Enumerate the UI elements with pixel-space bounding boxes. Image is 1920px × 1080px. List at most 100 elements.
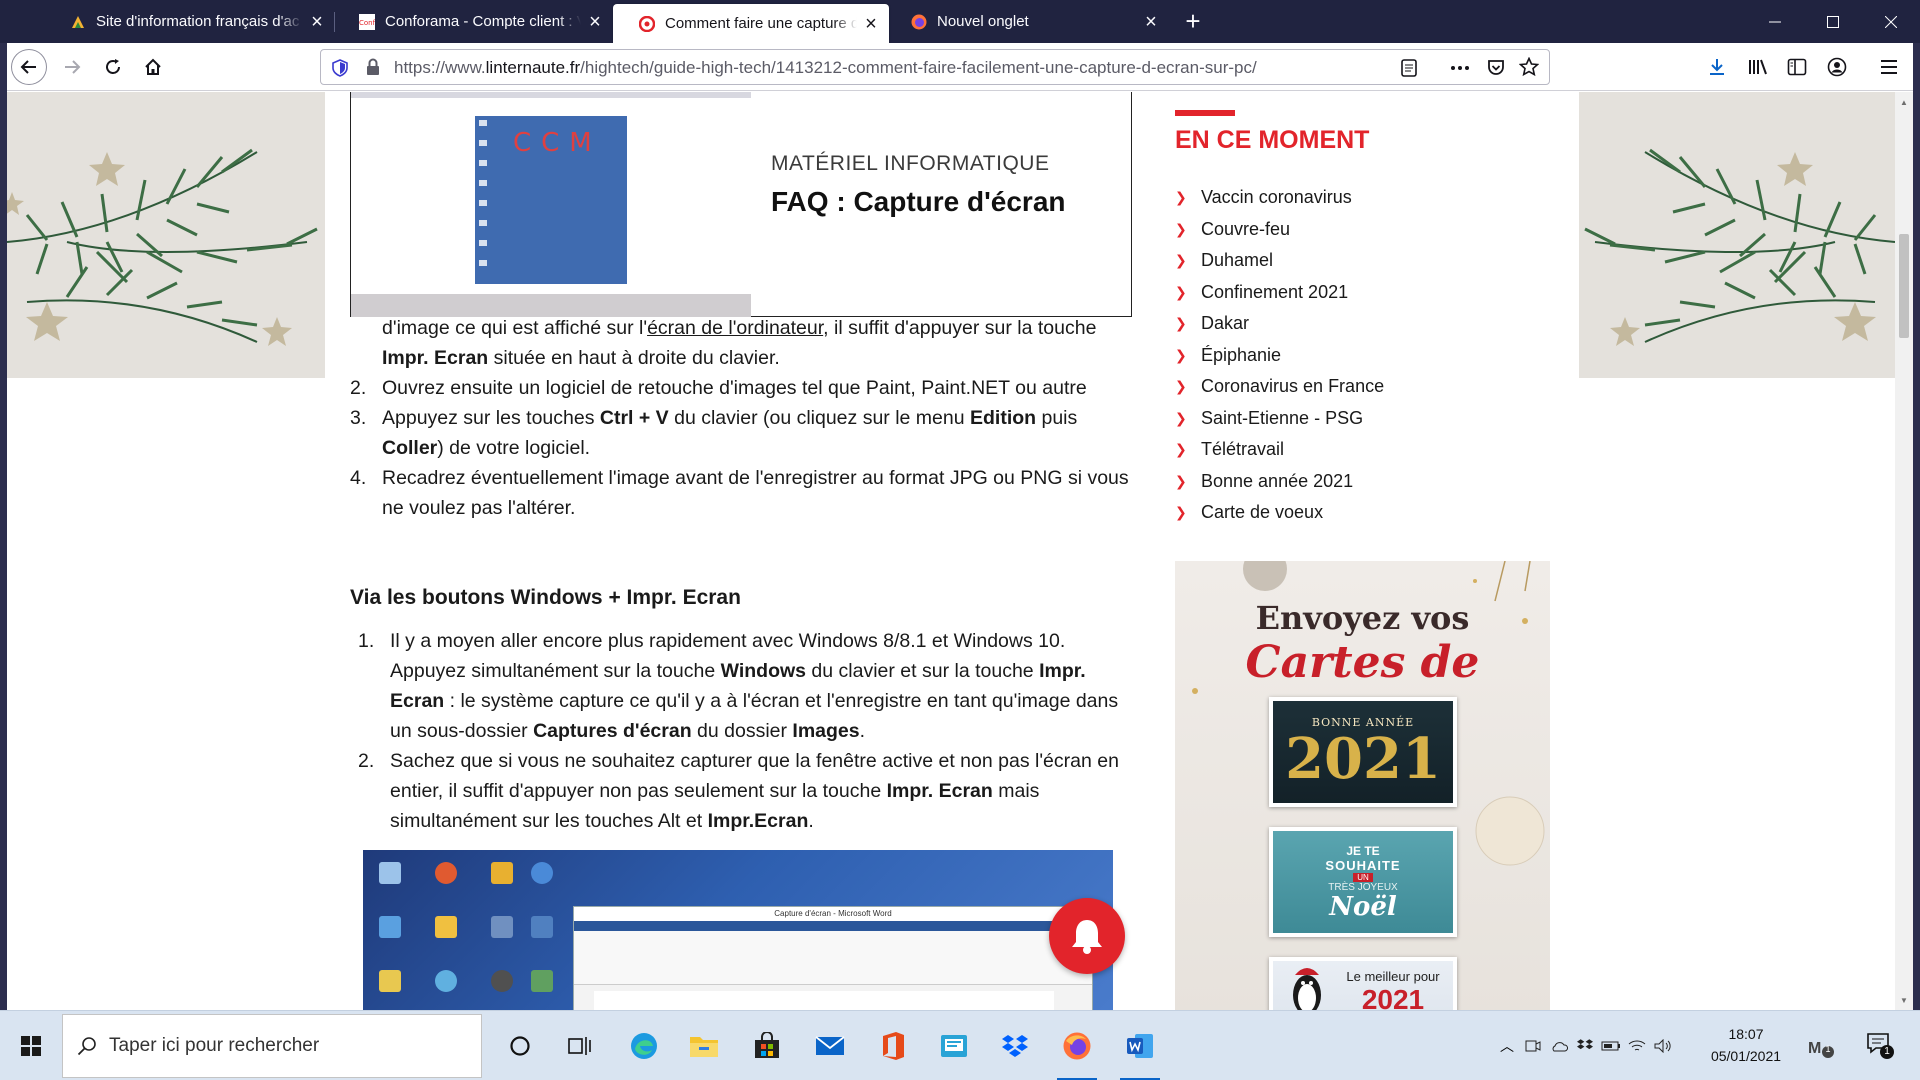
page-scrollbar[interactable]: ▲ ▼ bbox=[1895, 92, 1913, 1010]
url-domain: linternaute.fr bbox=[485, 58, 581, 77]
close-tab-icon[interactable]: × bbox=[863, 14, 879, 34]
task-view-button[interactable] bbox=[556, 1022, 604, 1070]
trending-item-label: Dakar bbox=[1201, 313, 1250, 334]
screen-link[interactable]: écran de l'ordinateur bbox=[647, 317, 823, 339]
cortana-button[interactable] bbox=[496, 1022, 544, 1070]
trending-item[interactable]: ❯ Saint-Etienne - PSG bbox=[1175, 403, 1384, 435]
trending-item[interactable]: ❯ Télétravail bbox=[1175, 434, 1384, 466]
account-icon[interactable] bbox=[1820, 50, 1854, 84]
trending-item[interactable]: ❯ Vaccin coronavirus bbox=[1175, 182, 1384, 214]
sticky-app-button[interactable] bbox=[930, 1022, 978, 1070]
firefox-taskbar-button[interactable] bbox=[1053, 1022, 1101, 1080]
file-explorer-button[interactable] bbox=[680, 1022, 728, 1070]
taskbar-search-box[interactable]: Taper ici pour rechercher bbox=[62, 1014, 482, 1078]
forward-button[interactable] bbox=[55, 50, 89, 84]
show-hidden-icons-chevron-up-icon[interactable]: ︿ bbox=[1494, 1036, 1520, 1056]
tab-conforama[interactable]: Confo Conforama - Compte client : Vo × bbox=[335, 0, 613, 43]
reader-view-icon[interactable] bbox=[1400, 58, 1418, 83]
trending-item[interactable]: ❯ Duhamel bbox=[1175, 245, 1384, 277]
clock-time: 18:07 bbox=[1728, 1026, 1764, 1042]
tab-linternaute-home[interactable]: Site d'information français d'ac × bbox=[0, 0, 335, 43]
trending-item[interactable]: ❯ Dakar bbox=[1175, 308, 1384, 340]
notification-bell-button[interactable] bbox=[1049, 898, 1125, 974]
chevron-right-icon: ❯ bbox=[1175, 441, 1187, 458]
tab-capture-ecran[interactable]: Comment faire une capture d'é × bbox=[613, 4, 889, 43]
faq-card[interactable]: CCM MATÉRIEL INFORMATIQUE FAQ : Capture … bbox=[350, 92, 1132, 317]
close-tab-icon[interactable]: × bbox=[1143, 12, 1159, 32]
back-button[interactable] bbox=[12, 50, 46, 84]
bold-run: Images bbox=[792, 720, 860, 742]
start-button[interactable] bbox=[0, 1011, 62, 1080]
meet-now-icon[interactable] bbox=[1520, 1038, 1546, 1054]
close-window-button[interactable] bbox=[1862, 0, 1920, 43]
trending-item-label: Carte de voeux bbox=[1201, 502, 1324, 523]
trending-item-label: Bonne année 2021 bbox=[1201, 470, 1354, 491]
dropbox-icon bbox=[1002, 1035, 1028, 1057]
wifi-icon[interactable] bbox=[1624, 1039, 1650, 1053]
reload-button[interactable] bbox=[96, 50, 130, 84]
home-button[interactable] bbox=[136, 50, 170, 84]
trending-item-label: Vaccin coronavirus bbox=[1201, 187, 1352, 208]
page-viewport: CCM MATÉRIEL INFORMATIQUE FAQ : Capture … bbox=[7, 92, 1895, 1010]
thumbnail-caption: CCM bbox=[513, 128, 602, 158]
edge-button[interactable] bbox=[620, 1022, 668, 1070]
new-tab-button[interactable]: + bbox=[1173, 0, 1213, 43]
scrollbar-thumb[interactable] bbox=[1899, 234, 1909, 338]
trending-item-label: Couvre-feu bbox=[1201, 218, 1291, 239]
trending-item[interactable]: ❯ Confinement 2021 bbox=[1175, 277, 1384, 309]
trending-list: ❯ Vaccin coronavirus ❯ Couvre-feu ❯ Duhamel… bbox=[1175, 182, 1384, 529]
address-bar[interactable]: https://www.linternaute.fr/hightech/guid… bbox=[320, 49, 1550, 85]
scroll-down-arrow-icon[interactable]: ▼ bbox=[1898, 994, 1910, 1006]
mail-button[interactable] bbox=[806, 1022, 854, 1070]
volume-icon[interactable] bbox=[1650, 1039, 1676, 1053]
library-icon[interactable] bbox=[1741, 50, 1775, 84]
tracking-shield-icon[interactable] bbox=[331, 59, 349, 82]
lock-icon[interactable] bbox=[365, 58, 381, 81]
bold-run: Impr. Ecran bbox=[382, 347, 489, 369]
trending-item[interactable]: ❯ Carte de voeux bbox=[1175, 497, 1384, 529]
faq-title[interactable]: FAQ : Capture d'écran bbox=[771, 186, 1066, 218]
trending-item-label: Coronavirus en France bbox=[1201, 376, 1385, 397]
url-text[interactable]: https://www.linternaute.fr/hightech/guid… bbox=[394, 58, 1257, 78]
onedrive-cloud-icon[interactable] bbox=[1546, 1040, 1572, 1052]
dropbox-button[interactable] bbox=[991, 1022, 1039, 1070]
battery-icon[interactable] bbox=[1598, 1040, 1624, 1052]
trending-item[interactable]: ❯ Épiphanie bbox=[1175, 340, 1384, 372]
word-window: Capture d'écran - Microsoft Word bbox=[573, 906, 1093, 1010]
trending-item[interactable]: ❯ Coronavirus en France bbox=[1175, 371, 1384, 403]
main-menu-icon[interactable] bbox=[1872, 50, 1906, 84]
sidebar-toggle-icon[interactable] bbox=[1780, 50, 1814, 84]
page-actions-menu-icon[interactable] bbox=[1449, 58, 1471, 83]
search-placeholder: Taper ici pour rechercher bbox=[109, 1035, 320, 1056]
card-bonne-annee[interactable]: BONNE ANNÉE 2021 bbox=[1269, 697, 1457, 807]
user-avatar-icon[interactable]: M 1 bbox=[1808, 1035, 1834, 1059]
card-meilleur-2021[interactable]: Le meilleur pour 2021 bbox=[1269, 957, 1457, 1010]
word-taskbar-button[interactable] bbox=[1116, 1022, 1164, 1080]
trending-item[interactable]: ❯ Bonne année 2021 bbox=[1175, 466, 1384, 498]
minimize-button[interactable] bbox=[1746, 0, 1804, 43]
conforama-favicon-icon: Confo bbox=[359, 13, 379, 30]
trending-item[interactable]: ❯ Couvre-feu bbox=[1175, 214, 1384, 246]
store-button[interactable] bbox=[743, 1022, 791, 1070]
bold-run: Windows bbox=[720, 660, 807, 682]
close-tab-icon[interactable]: × bbox=[587, 12, 603, 32]
task-view-icon bbox=[568, 1037, 591, 1055]
chevron-right-icon: ❯ bbox=[1175, 346, 1187, 363]
greeting-cards-ad[interactable]: Envoyez vos Cartes de voeux BONNE ANNÉE … bbox=[1175, 561, 1550, 1010]
downloads-icon[interactable] bbox=[1700, 50, 1734, 84]
scroll-up-arrow-icon[interactable]: ▲ bbox=[1898, 96, 1910, 108]
taskbar-clock[interactable]: 18:07 05/01/2021 bbox=[1707, 1023, 1785, 1067]
tab-nouvel-onglet[interactable]: Nouvel onglet × bbox=[889, 0, 1169, 43]
dropbox-tray-icon[interactable] bbox=[1572, 1038, 1598, 1054]
tab-title: Conforama - Compte client : Vo bbox=[385, 13, 581, 30]
maximize-button[interactable] bbox=[1804, 0, 1862, 43]
bold-run: Impr. Ecran bbox=[886, 780, 993, 802]
office-button[interactable] bbox=[869, 1022, 917, 1070]
close-tab-icon[interactable]: × bbox=[309, 12, 325, 32]
faq-category: MATÉRIEL INFORMATIQUE bbox=[771, 152, 1050, 175]
article-screenshot-image: Capture d'écran - Microsoft Word bbox=[363, 850, 1113, 1010]
card-joyeux-noel[interactable]: JE TE SOUHAITE UN TRÈS JOYEUX Noël bbox=[1269, 827, 1457, 937]
action-center-button[interactable]: 1 bbox=[1866, 1031, 1896, 1061]
bookmark-star-icon[interactable] bbox=[1518, 56, 1540, 82]
pocket-icon[interactable] bbox=[1486, 58, 1506, 83]
